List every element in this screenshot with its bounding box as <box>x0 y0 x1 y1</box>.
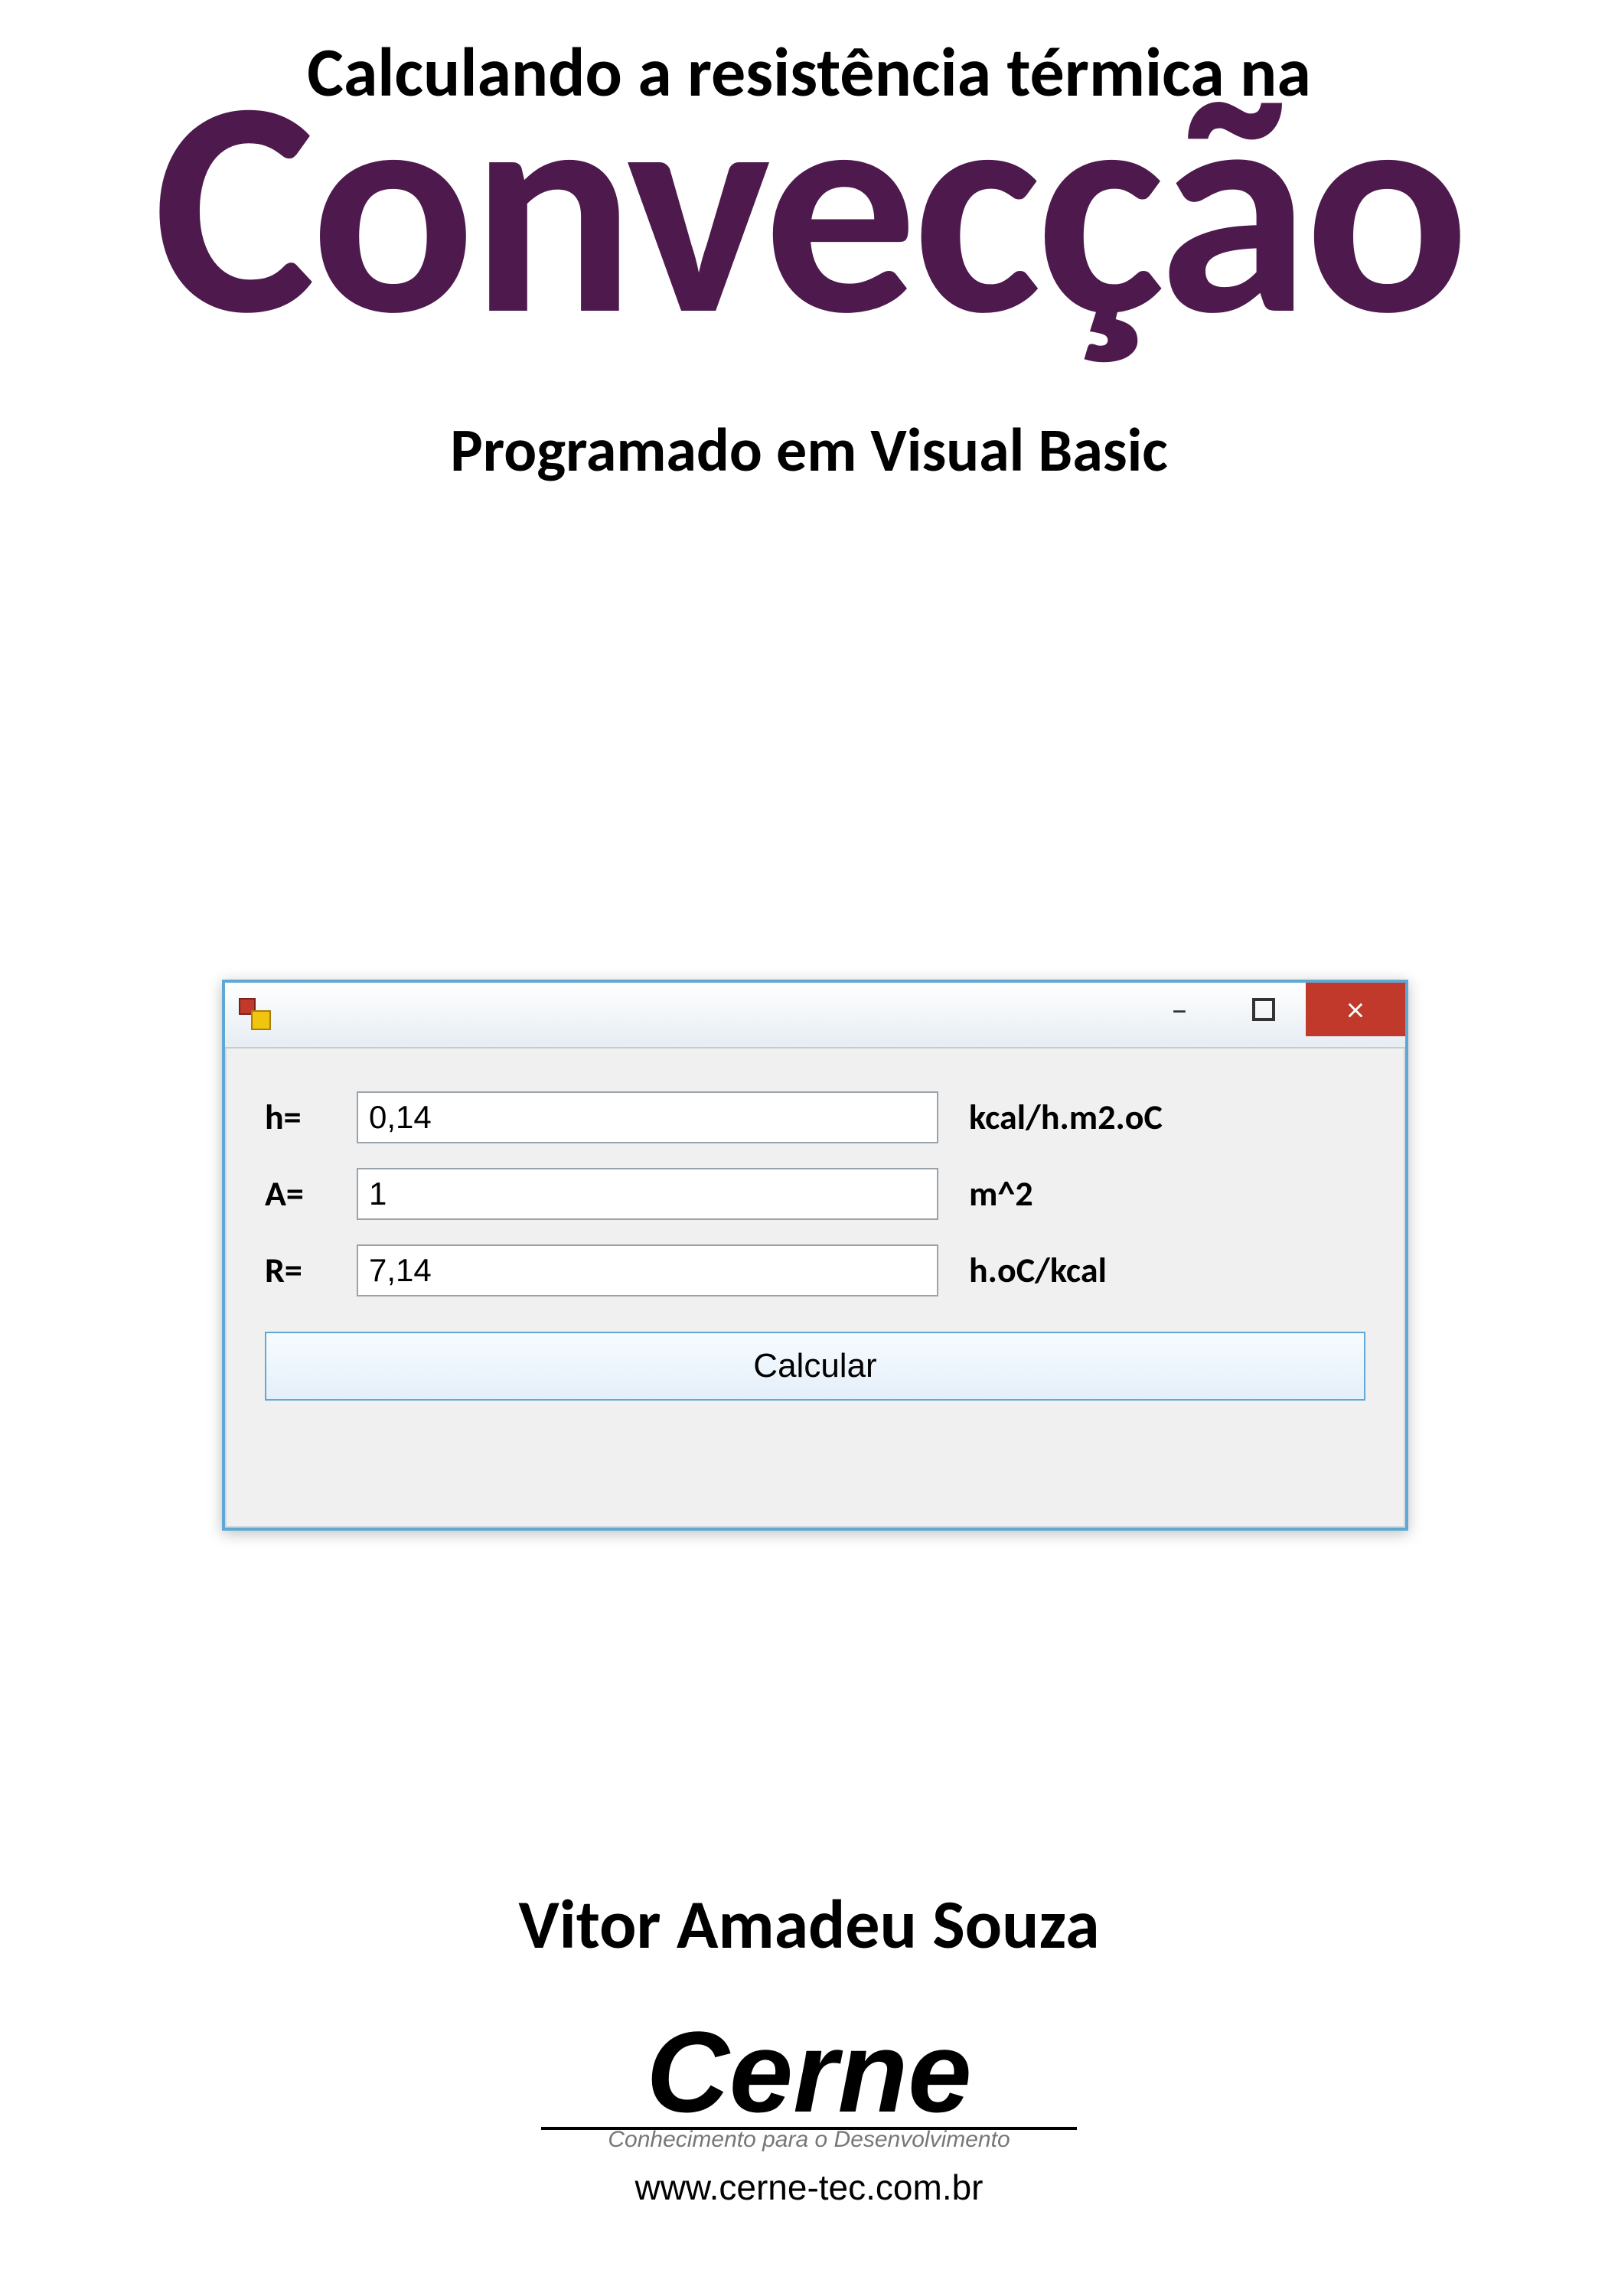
logo-text: Cerne <box>0 2020 1618 2124</box>
label-h: h= <box>265 1096 357 1139</box>
unit-r: h.oC/kcal <box>969 1249 1107 1292</box>
page: Calculando a resistência térmica na Conv… <box>0 0 1618 2296</box>
title-subtitle: Programado em Visual Basic <box>0 413 1618 488</box>
form-row-h: h= kcal/h.m2.oC <box>265 1079 1365 1156</box>
logo: Cerne Conhecimento para o Desenvolviment… <box>0 2020 1618 2208</box>
label-r: R= <box>265 1249 357 1292</box>
app-icon <box>239 998 272 1032</box>
window-client-area: h= kcal/h.m2.oC A= m^2 R= h.oC/kcal Calc… <box>225 1049 1405 1528</box>
author-name: Vitor Amadeu Souza <box>0 1883 1618 1967</box>
window-controls: – × <box>1137 983 1405 1036</box>
form-row-a: A= m^2 <box>265 1156 1365 1232</box>
input-h[interactable] <box>357 1091 938 1143</box>
maximize-button[interactable] <box>1222 983 1306 1036</box>
window-titlebar[interactable]: – × <box>225 983 1405 1049</box>
logo-tagline: Conhecimento para o Desenvolvimento <box>0 2127 1618 2153</box>
app-window: – × h= kcal/h.m2.oC A= m^2 R= h.oC/kcal <box>222 980 1408 1531</box>
input-a[interactable] <box>357 1168 938 1220</box>
input-r[interactable] <box>357 1244 938 1296</box>
form-row-r: R= h.oC/kcal <box>265 1232 1365 1309</box>
calculate-button[interactable]: Calcular <box>265 1332 1365 1401</box>
maximize-icon <box>1252 998 1275 1021</box>
close-button[interactable]: × <box>1306 983 1405 1036</box>
title-big: Convecção <box>0 46 1618 367</box>
minimize-button[interactable]: – <box>1137 983 1222 1036</box>
logo-url: www.cerne-tec.com.br <box>0 2167 1618 2208</box>
label-a: A= <box>265 1172 357 1215</box>
unit-h: kcal/h.m2.oC <box>969 1096 1163 1139</box>
unit-a: m^2 <box>969 1172 1033 1215</box>
